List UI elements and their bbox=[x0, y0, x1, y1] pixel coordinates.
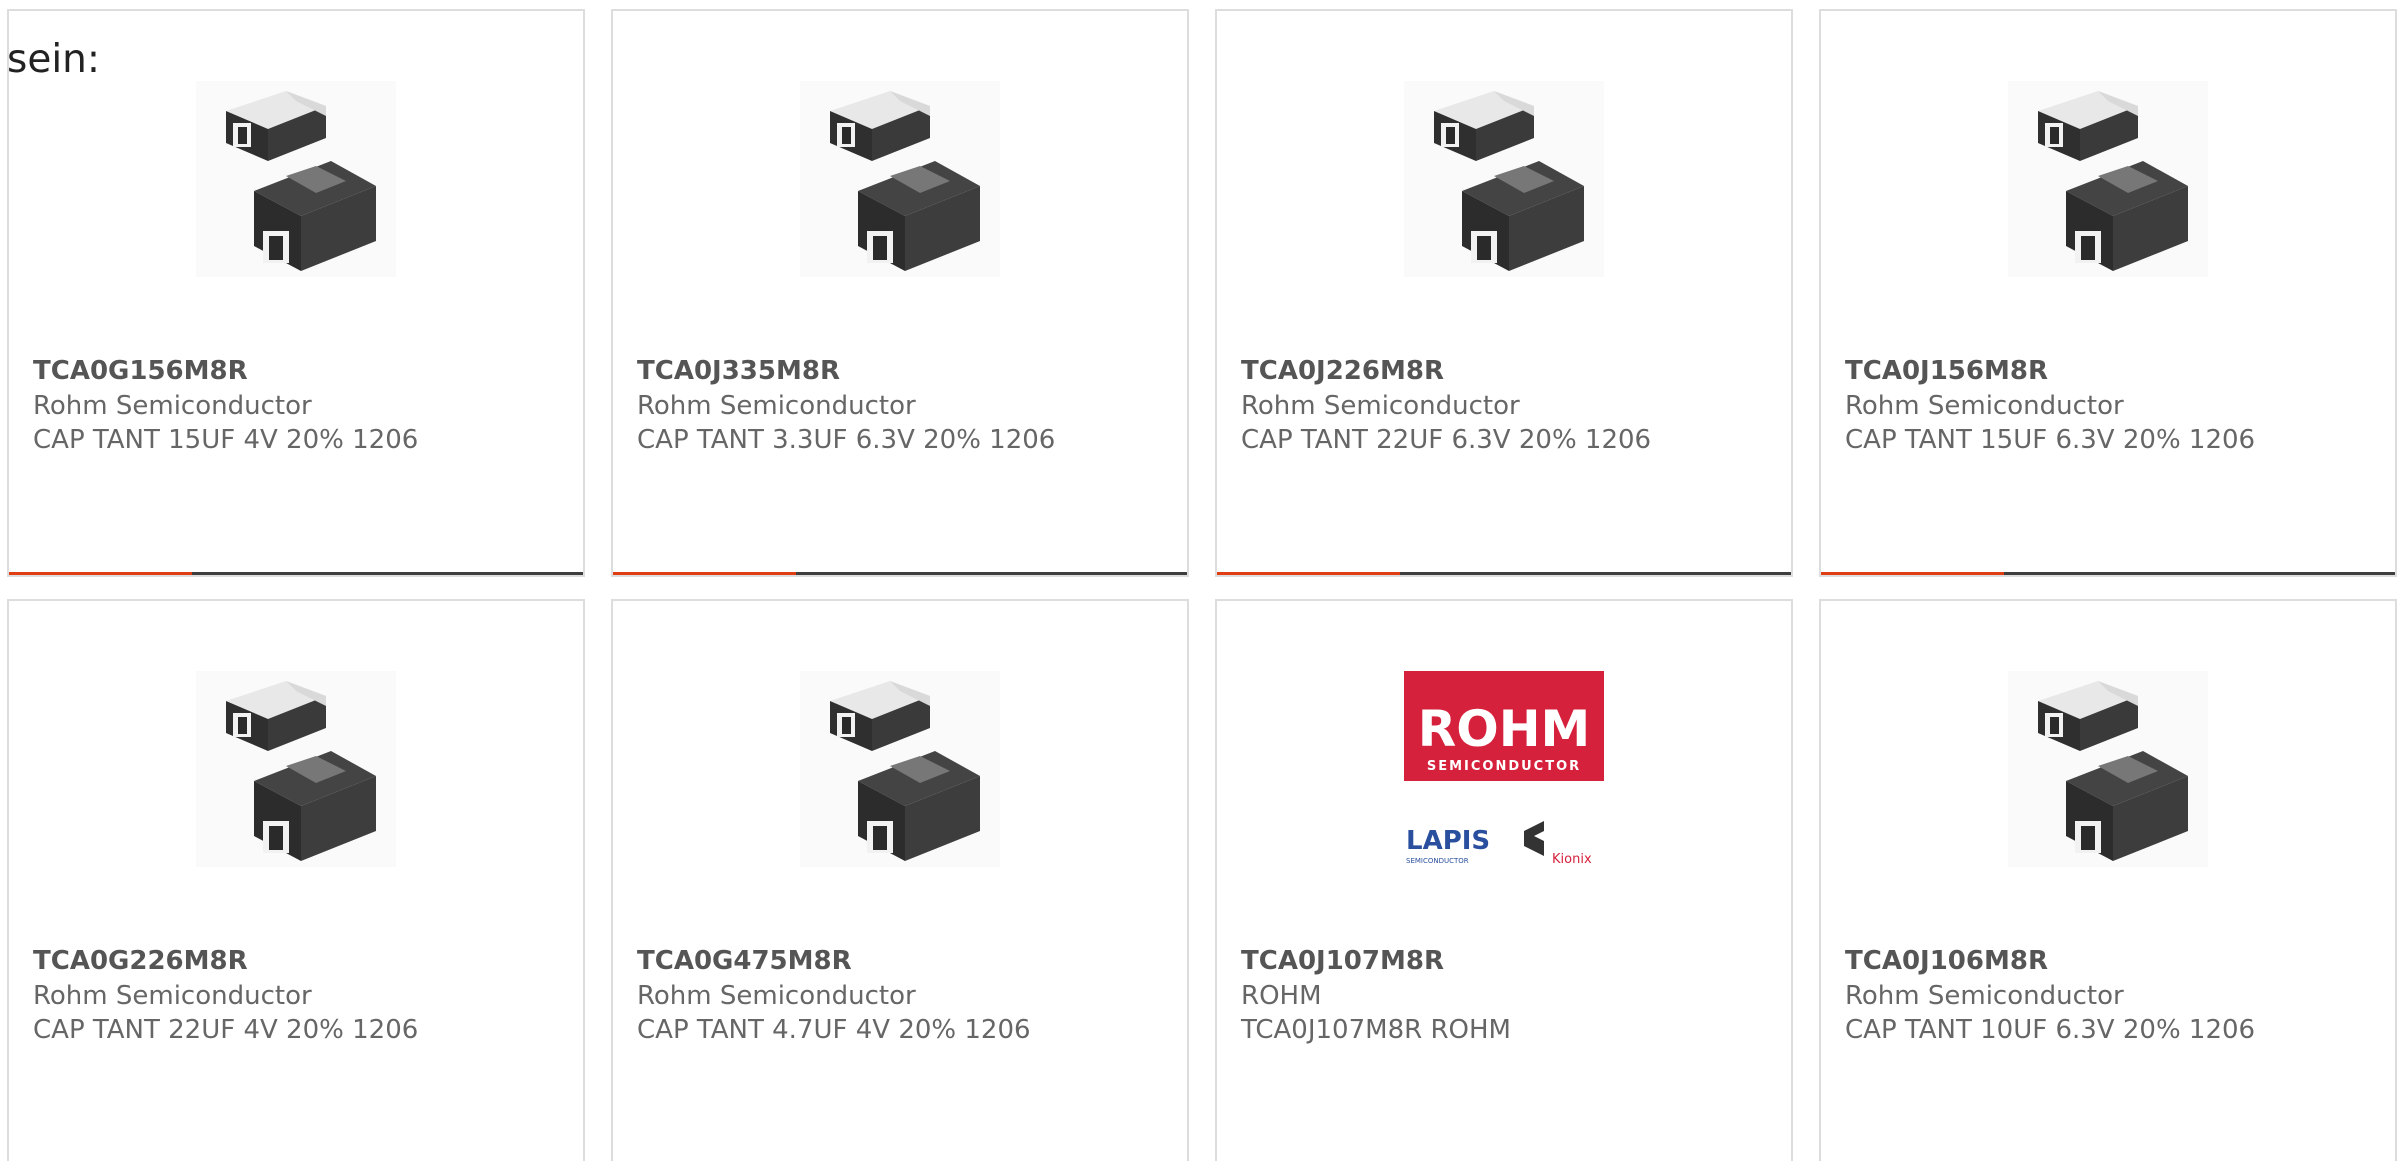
part-number[interactable]: TCA0J156M8R bbox=[1845, 358, 2048, 384]
tantalum-capacitor-image bbox=[2008, 671, 2208, 867]
card-bottom-bar bbox=[1217, 572, 1791, 575]
description: CAP TANT 10UF 6.3V 20% 1206 bbox=[1845, 1015, 2256, 1045]
product-image bbox=[800, 671, 1000, 867]
product-image bbox=[2008, 81, 2208, 277]
manufacturer: Rohm Semiconductor bbox=[1241, 391, 1520, 421]
description: CAP TANT 4.7UF 4V 20% 1206 bbox=[637, 1015, 1031, 1045]
rohm-logo: ROHM SEMICONDUCTOR LAPIS SEMICONDUCTOR K… bbox=[1404, 671, 1604, 867]
product-card[interactable]: TCA0J106M8R Rohm Semiconductor CAP TANT … bbox=[1819, 599, 2397, 1161]
product-card[interactable]: ROHM SEMICONDUCTOR LAPIS SEMICONDUCTOR K… bbox=[1215, 599, 1793, 1161]
tantalum-capacitor-image bbox=[196, 671, 396, 867]
product-image bbox=[196, 81, 396, 277]
description: TCA0J107M8R ROHM bbox=[1241, 1015, 1511, 1045]
tantalum-capacitor-image bbox=[800, 671, 1000, 867]
card-bottom-bar bbox=[1821, 572, 2395, 575]
description: CAP TANT 15UF 6.3V 20% 1206 bbox=[1845, 425, 2256, 455]
part-number[interactable]: TCA0J226M8R bbox=[1241, 358, 1444, 384]
card-accent-bar bbox=[1821, 572, 2004, 575]
lapis-logo-text: LAPIS bbox=[1406, 826, 1490, 856]
product-grid-page: sein: TCA0G156M8R Rohm Semiconductor CAP… bbox=[0, 0, 2400, 1161]
card-accent-bar bbox=[1217, 572, 1400, 575]
product-card[interactable]: TCA0J156M8R Rohm Semiconductor CAP TANT … bbox=[1819, 9, 2397, 577]
description: CAP TANT 22UF 4V 20% 1206 bbox=[33, 1015, 419, 1045]
kionix-logo-text: Kionix bbox=[1552, 852, 1592, 867]
part-number[interactable]: TCA0G226M8R bbox=[33, 948, 248, 974]
part-number[interactable]: TCA0J106M8R bbox=[1845, 948, 2048, 974]
part-number[interactable]: TCA0J335M8R bbox=[637, 358, 840, 384]
product-card[interactable]: TCA0J335M8R Rohm Semiconductor CAP TANT … bbox=[611, 9, 1189, 577]
rohm-logo-text: ROHM bbox=[1418, 700, 1591, 758]
intro-text: sein: bbox=[7, 37, 101, 82]
tantalum-capacitor-image bbox=[1404, 81, 1604, 277]
product-image bbox=[1404, 81, 1604, 277]
product-card[interactable]: TCA0G475M8R Rohm Semiconductor CAP TANT … bbox=[611, 599, 1189, 1161]
product-image bbox=[196, 671, 396, 867]
manufacturer: ROHM bbox=[1241, 981, 1322, 1011]
tantalum-capacitor-image bbox=[2008, 81, 2208, 277]
product-image bbox=[2008, 671, 2208, 867]
product-card[interactable]: TCA0J226M8R Rohm Semiconductor CAP TANT … bbox=[1215, 9, 1793, 577]
card-bottom-bar bbox=[613, 572, 1187, 575]
part-number[interactable]: TCA0J107M8R bbox=[1241, 948, 1444, 974]
product-card[interactable]: TCA0G156M8R Rohm Semiconductor CAP TANT … bbox=[7, 9, 585, 577]
manufacturer: Rohm Semiconductor bbox=[1845, 981, 2124, 1011]
description: CAP TANT 15UF 4V 20% 1206 bbox=[33, 425, 419, 455]
product-image: ROHM SEMICONDUCTOR LAPIS SEMICONDUCTOR K… bbox=[1404, 671, 1604, 867]
manufacturer: Rohm Semiconductor bbox=[1845, 391, 2124, 421]
manufacturer: Rohm Semiconductor bbox=[637, 391, 916, 421]
manufacturer: Rohm Semiconductor bbox=[33, 391, 312, 421]
part-number[interactable]: TCA0G156M8R bbox=[33, 358, 248, 384]
description: CAP TANT 3.3UF 6.3V 20% 1206 bbox=[637, 425, 1056, 455]
description: CAP TANT 22UF 6.3V 20% 1206 bbox=[1241, 425, 1652, 455]
product-card[interactable]: TCA0G226M8R Rohm Semiconductor CAP TANT … bbox=[7, 599, 585, 1161]
tantalum-capacitor-image bbox=[800, 81, 1000, 277]
card-bottom-bar bbox=[9, 572, 583, 575]
card-accent-bar bbox=[613, 572, 796, 575]
tantalum-capacitor-image bbox=[196, 81, 396, 277]
part-number[interactable]: TCA0G475M8R bbox=[637, 948, 852, 974]
manufacturer: Rohm Semiconductor bbox=[33, 981, 312, 1011]
rohm-logo-subtext: SEMICONDUCTOR bbox=[1427, 759, 1581, 774]
card-accent-bar bbox=[9, 572, 192, 575]
lapis-logo-subtext: SEMICONDUCTOR bbox=[1406, 857, 1469, 865]
manufacturer: Rohm Semiconductor bbox=[637, 981, 916, 1011]
product-image bbox=[800, 81, 1000, 277]
